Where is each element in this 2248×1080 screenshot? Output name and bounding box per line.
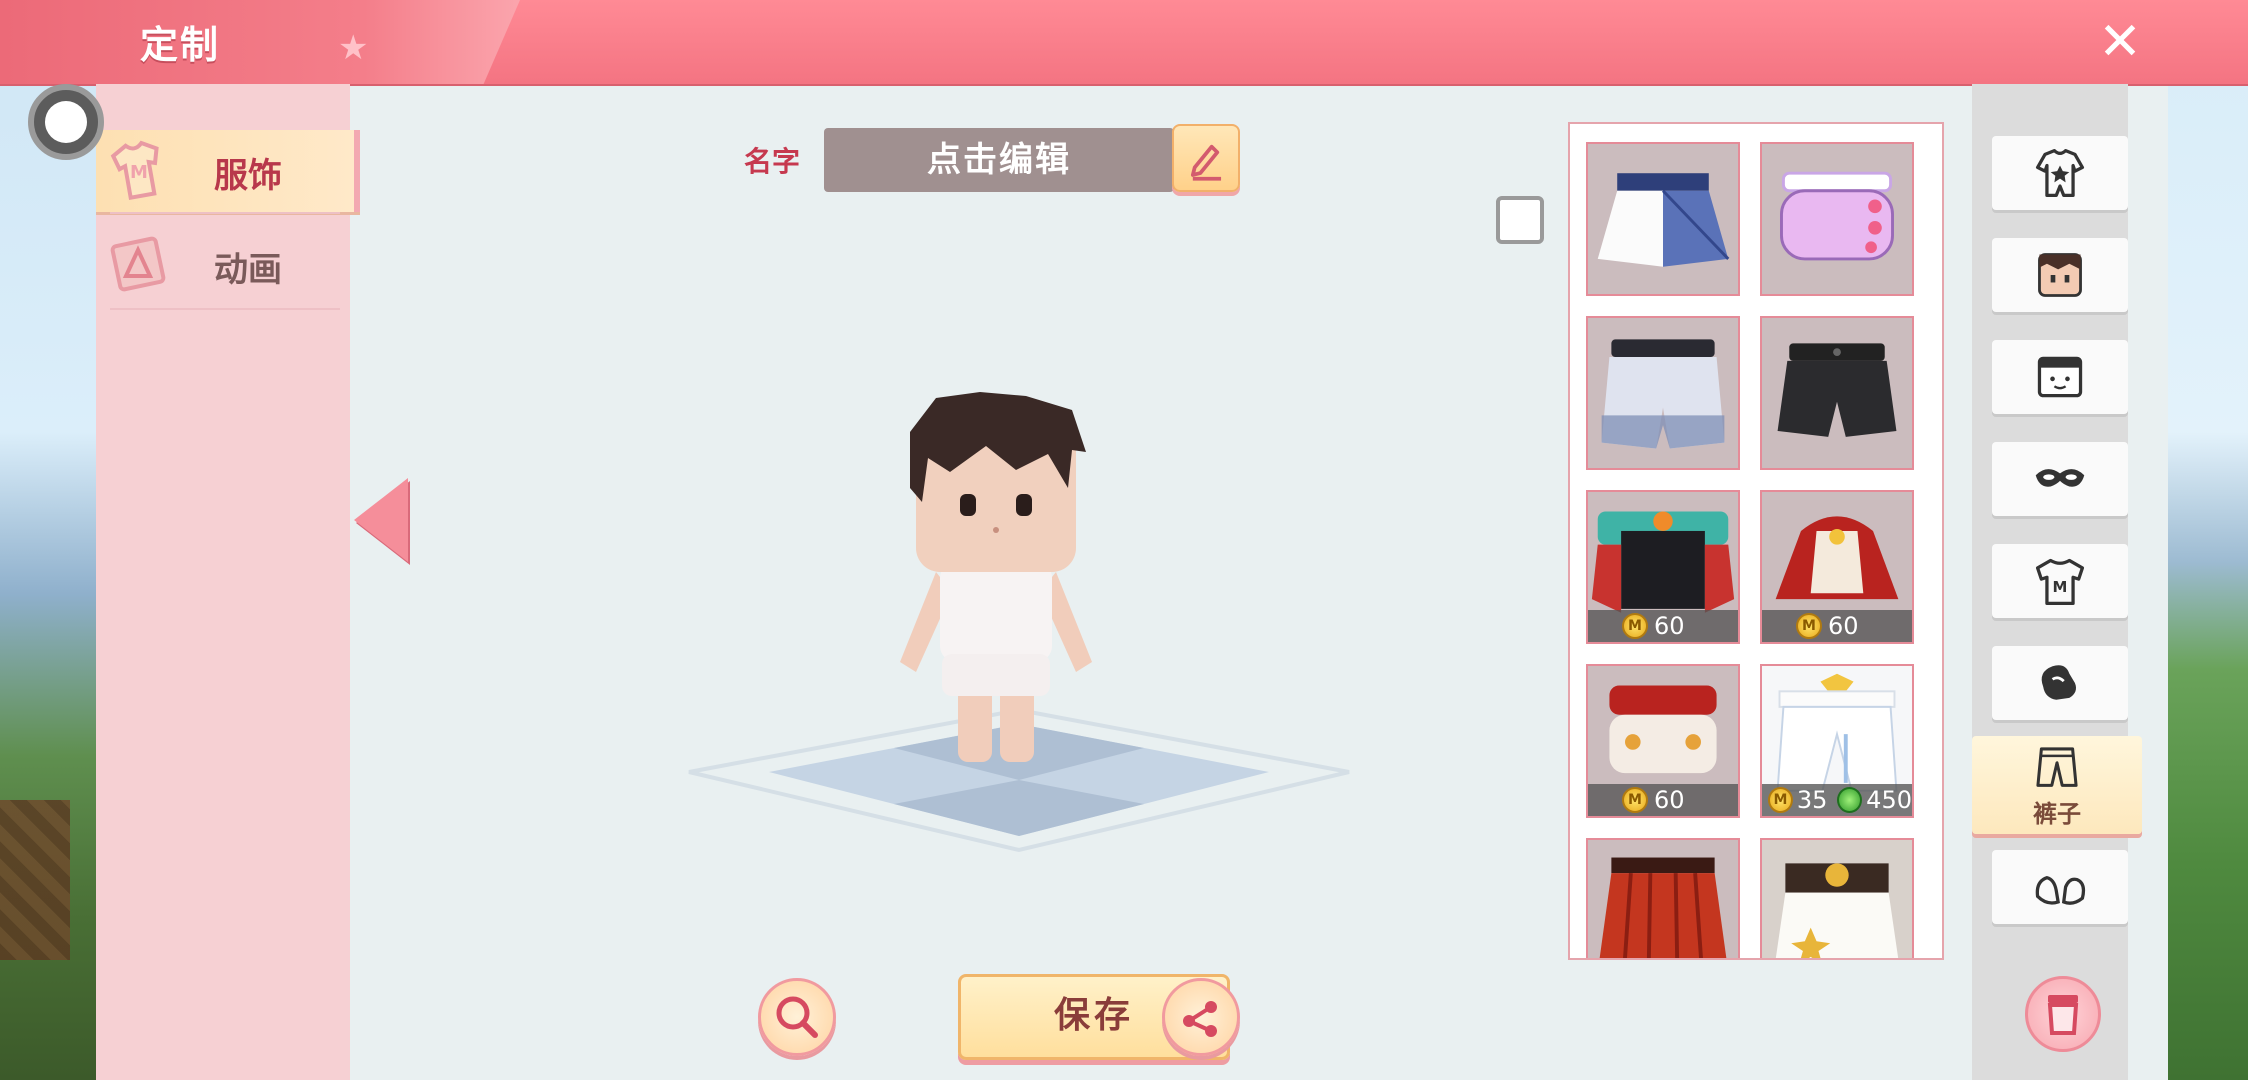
part-mask-button[interactable] bbox=[1992, 442, 2128, 516]
mask-icon bbox=[2035, 469, 2085, 487]
trash-icon bbox=[2047, 995, 2079, 1035]
shirt-icon: M bbox=[2035, 558, 2085, 606]
item-price: 60 bbox=[1654, 786, 1685, 814]
shorts-icon bbox=[1777, 343, 1897, 437]
price-bar: M 60 bbox=[1762, 610, 1912, 642]
name-label: 名字 bbox=[744, 145, 801, 178]
item-grid: M 60 M 60 M 60 M 35 450 bbox=[1568, 122, 1944, 960]
skirt-icon bbox=[1775, 863, 1899, 958]
skirt-icon bbox=[1597, 173, 1730, 267]
gloves-icon bbox=[2041, 665, 2076, 700]
category-animation-label: 动画 bbox=[214, 250, 282, 290]
customize-window: 定制 ★ ✕ M 服饰 动画 名字 点击编辑 M 60 M 60 M 60 M … bbox=[0, 0, 2248, 1080]
record-button[interactable] bbox=[28, 84, 104, 160]
name-input[interactable]: 点击编辑 bbox=[824, 128, 1174, 192]
svg-text:M: M bbox=[130, 162, 148, 183]
window-title: 定制 bbox=[140, 23, 221, 67]
part-head-button[interactable] bbox=[1992, 340, 2128, 414]
category-clothing-label: 服饰 bbox=[214, 156, 282, 196]
gem-icon bbox=[1837, 787, 1863, 813]
item-price: 35 bbox=[1796, 786, 1828, 814]
coin-icon: M bbox=[1622, 787, 1648, 813]
magnifier-icon bbox=[776, 996, 818, 1038]
coin-icon: M bbox=[1768, 787, 1793, 813]
shorts-icon bbox=[1780, 171, 1894, 261]
zoom-button[interactable] bbox=[758, 978, 836, 1056]
part-category-column: M 裤子 bbox=[1972, 84, 2142, 1080]
divider bbox=[110, 308, 340, 310]
character-model bbox=[900, 392, 1092, 762]
shirt-icon: M bbox=[110, 140, 159, 201]
item-price: 60 bbox=[1654, 612, 1685, 640]
part-shirt-button[interactable]: M bbox=[1992, 544, 2128, 618]
part-onesie-button[interactable] bbox=[1992, 136, 2128, 210]
part-shoes-button[interactable] bbox=[1992, 850, 2128, 924]
item-white-gold-pants[interactable]: M 35 450 bbox=[1760, 664, 1914, 818]
category-animation[interactable]: 动画 bbox=[96, 224, 354, 306]
part-pants-button[interactable]: 裤子 bbox=[1972, 736, 2142, 834]
part-gloves-button[interactable] bbox=[1992, 646, 2128, 720]
category-sidebar: M 服饰 动画 bbox=[96, 84, 360, 1080]
coin-icon: M bbox=[1622, 613, 1648, 639]
item-white-floral-shorts[interactable] bbox=[1586, 316, 1740, 470]
filter-checkbox[interactable] bbox=[1496, 196, 1544, 244]
price-bar: M 60 bbox=[1588, 610, 1738, 642]
shorts-icon bbox=[1601, 339, 1725, 449]
close-button[interactable]: ✕ bbox=[2092, 14, 2148, 70]
svg-text:M: M bbox=[2053, 578, 2068, 596]
item-red-tassel-shorts[interactable]: M 60 bbox=[1586, 664, 1740, 818]
part-pants-label: 裤子 bbox=[2033, 799, 2081, 828]
price-bar: M 35 450 bbox=[1762, 784, 1912, 816]
shoes-icon bbox=[2035, 875, 2086, 905]
game-background-right bbox=[2168, 0, 2248, 1080]
edit-name-button[interactable] bbox=[1172, 124, 1240, 192]
remove-item-button[interactable] bbox=[2025, 976, 2101, 1052]
face-icon bbox=[2038, 253, 2082, 297]
item-pink-heart-shorts[interactable] bbox=[1760, 142, 1914, 296]
title-tab bbox=[0, 0, 520, 84]
item-red-pleated-skirt[interactable] bbox=[1586, 838, 1740, 958]
item-price: 60 bbox=[1828, 612, 1859, 640]
animation-icon bbox=[110, 236, 166, 292]
item-gem-price: 450 bbox=[1866, 786, 1912, 814]
item-festive-teal-outfit[interactable]: M 60 bbox=[1586, 490, 1740, 644]
coin-icon: M bbox=[1796, 613, 1822, 639]
title-bar: 定制 ★ ✕ bbox=[0, 0, 2248, 86]
share-icon bbox=[1183, 1001, 1217, 1037]
item-gold-star-skirt[interactable] bbox=[1760, 838, 1914, 958]
price-bar: M 60 bbox=[1588, 784, 1738, 816]
share-button[interactable] bbox=[1162, 978, 1240, 1056]
rotate-left-arrow[interactable] bbox=[354, 478, 408, 562]
skirt-icon bbox=[1599, 857, 1727, 958]
background-dirt-block bbox=[0, 800, 70, 960]
pencil-icon bbox=[1190, 144, 1222, 181]
onesie-icon bbox=[2035, 148, 2085, 198]
item-blue-white-skirt[interactable] bbox=[1586, 142, 1740, 296]
item-black-shorts[interactable] bbox=[1760, 316, 1914, 470]
category-clothing[interactable]: M 服饰 bbox=[96, 130, 360, 212]
head-icon bbox=[2037, 356, 2083, 398]
pants-icon bbox=[2036, 746, 2078, 787]
divider bbox=[110, 212, 340, 214]
item-red-cape-outfit[interactable]: M 60 bbox=[1760, 490, 1914, 644]
star-decoration-icon: ★ bbox=[338, 28, 369, 68]
part-face-button[interactable] bbox=[1992, 238, 2128, 312]
